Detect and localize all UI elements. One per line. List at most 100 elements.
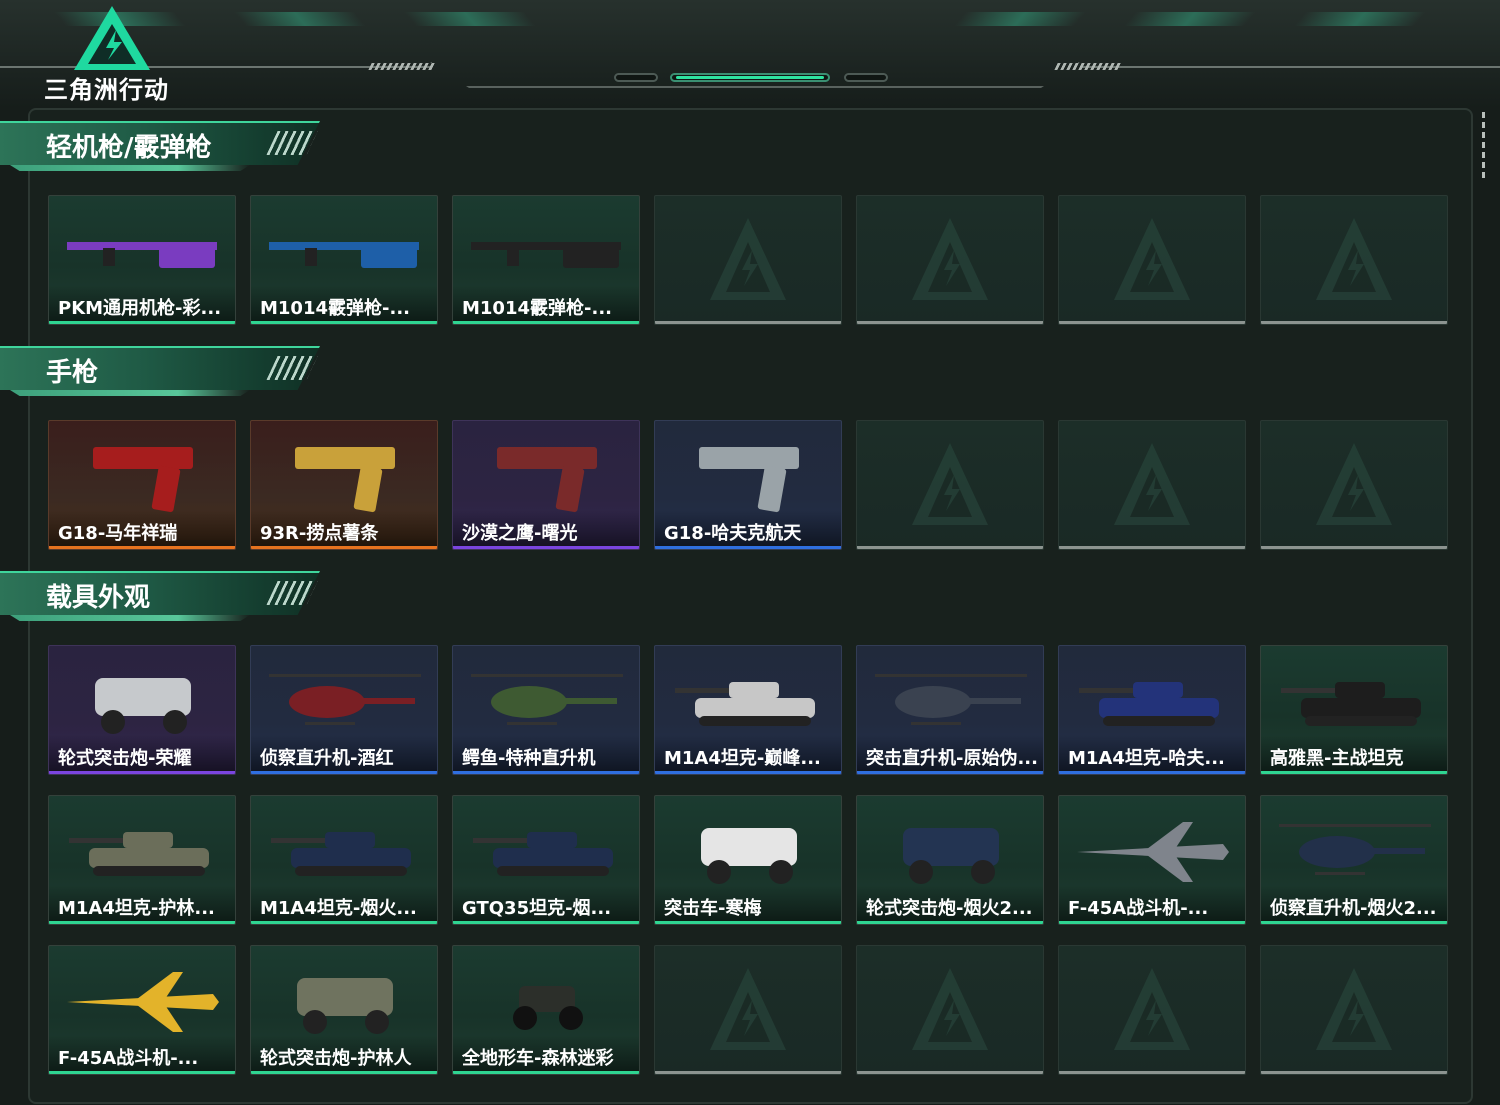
page-indicator-active[interactable] bbox=[670, 73, 830, 82]
placeholder-icon bbox=[912, 218, 988, 300]
item-card[interactable]: 沙漠之鹰-曙光 bbox=[452, 420, 640, 550]
empty-item-slot bbox=[1058, 420, 1246, 550]
rarity-bar bbox=[857, 771, 1043, 774]
rarity-bar bbox=[49, 1071, 235, 1074]
item-card[interactable]: 高雅黑-主战坦克 bbox=[1260, 645, 1448, 775]
rarity-bar bbox=[453, 1071, 639, 1074]
rarity-bar bbox=[49, 771, 235, 774]
item-card[interactable]: 全地形车-森林迷彩 bbox=[452, 945, 640, 1075]
page-indicator-dot[interactable] bbox=[844, 73, 888, 82]
header-ticks bbox=[368, 63, 436, 70]
fighter-jet-yellow-icon bbox=[67, 972, 219, 1032]
app-logo-title: 三角洲行动 bbox=[44, 76, 169, 104]
item-name: M1014霰弹枪-... bbox=[462, 298, 612, 319]
item-card[interactable]: M1014霰弹枪-... bbox=[250, 195, 438, 325]
item-name: F-45A战斗机-... bbox=[1068, 898, 1209, 919]
item-name: 93R-捞点薯条 bbox=[260, 523, 379, 544]
scrollbar[interactable] bbox=[1482, 112, 1485, 180]
rarity-bar bbox=[49, 321, 235, 324]
helicopter-navy-icon bbox=[1279, 824, 1431, 875]
attack-helicopter-orange-icon bbox=[875, 674, 1027, 725]
empty-item-slot bbox=[1058, 945, 1246, 1075]
item-card[interactable]: PKM通用机枪-彩... bbox=[48, 195, 236, 325]
item-name: GTQ35坦克-烟... bbox=[462, 898, 612, 919]
section-header-underline bbox=[10, 390, 250, 396]
item-name: M1A4坦克-哈夫... bbox=[1068, 748, 1225, 769]
attack-helicopter-icon bbox=[471, 674, 623, 725]
tank-blue-icon bbox=[1079, 682, 1219, 726]
rarity-bar bbox=[1059, 546, 1245, 549]
rarity-bar bbox=[655, 321, 841, 324]
item-card[interactable]: GTQ35坦克-烟... bbox=[452, 795, 640, 925]
machine-gun-icon bbox=[67, 242, 217, 268]
rarity-bar bbox=[1059, 1071, 1245, 1074]
item-card[interactable]: G18-哈夫克航天 bbox=[654, 420, 842, 550]
item-name: 轮式突击炮-烟火2... bbox=[866, 898, 1033, 919]
rarity-bar bbox=[857, 321, 1043, 324]
helicopter-red-icon bbox=[269, 674, 421, 725]
armored-car-navy-icon bbox=[903, 828, 999, 884]
item-card[interactable]: 突击直升机-原始伪... bbox=[856, 645, 1044, 775]
item-card[interactable]: M1A4坦克-巅峰... bbox=[654, 645, 842, 775]
item-card[interactable]: 突击车-寒梅 bbox=[654, 795, 842, 925]
item-card[interactable]: F-45A战斗机-... bbox=[1058, 795, 1246, 925]
rarity-bar bbox=[655, 546, 841, 549]
header-stripe bbox=[404, 12, 536, 26]
section-title: 轻机枪/霰弹枪 bbox=[46, 133, 212, 163]
item-name: PKM通用机枪-彩... bbox=[58, 298, 222, 319]
rarity-bar bbox=[655, 771, 841, 774]
tank-black-icon bbox=[1281, 682, 1421, 726]
section-title: 载具外观 bbox=[46, 583, 151, 613]
rarity-bar bbox=[1261, 546, 1447, 549]
shotgun-blue-icon bbox=[269, 242, 419, 268]
pistol-gray-icon bbox=[699, 447, 799, 513]
placeholder-icon bbox=[1114, 443, 1190, 525]
item-name: 鳄鱼-特种直升机 bbox=[462, 748, 596, 769]
empty-item-slot bbox=[1260, 420, 1448, 550]
rarity-bar bbox=[857, 921, 1043, 924]
item-card[interactable]: 轮式突击炮-荣耀 bbox=[48, 645, 236, 775]
rarity-bar bbox=[1059, 321, 1245, 324]
item-card[interactable]: 侦察直升机-酒红 bbox=[250, 645, 438, 775]
header-stripe bbox=[1294, 12, 1426, 26]
item-card[interactable]: 轮式突击炮-护林人 bbox=[250, 945, 438, 1075]
rarity-bar bbox=[1059, 921, 1245, 924]
section-header: 载具外观 bbox=[0, 571, 330, 623]
rarity-bar bbox=[251, 1071, 437, 1074]
item-name: M1A4坦克-巅峰... bbox=[664, 748, 821, 769]
item-card[interactable]: G18-马年祥瑞 bbox=[48, 420, 236, 550]
item-card[interactable]: 侦察直升机-烟火2... bbox=[1260, 795, 1448, 925]
placeholder-icon bbox=[1316, 443, 1392, 525]
item-card[interactable]: M1A4坦克-护林... bbox=[48, 795, 236, 925]
page-indicator-dot[interactable] bbox=[614, 73, 658, 82]
item-name: 轮式突击炮-护林人 bbox=[260, 1048, 412, 1069]
section-title: 手枪 bbox=[46, 358, 99, 388]
item-card[interactable]: 轮式突击炮-烟火2... bbox=[856, 795, 1044, 925]
item-name: 轮式突击炮-荣耀 bbox=[58, 748, 192, 769]
rarity-bar bbox=[655, 921, 841, 924]
header-stripe bbox=[234, 12, 366, 26]
placeholder-icon bbox=[710, 218, 786, 300]
header-stripe bbox=[1124, 12, 1256, 26]
placeholder-icon bbox=[1316, 218, 1392, 300]
item-card[interactable]: M1A4坦克-哈夫... bbox=[1058, 645, 1246, 775]
rarity-bar bbox=[857, 546, 1043, 549]
placeholder-icon bbox=[1114, 218, 1190, 300]
tank-navy-icon bbox=[271, 832, 411, 876]
item-card[interactable]: M1014霰弹枪-... bbox=[452, 195, 640, 325]
rarity-bar bbox=[1261, 921, 1447, 924]
empty-item-slot bbox=[1058, 195, 1246, 325]
rarity-bar bbox=[1059, 771, 1245, 774]
pistol-red-icon bbox=[93, 447, 193, 513]
header-stripe bbox=[954, 12, 1086, 26]
empty-item-slot bbox=[654, 945, 842, 1075]
item-name: 突击直升机-原始伪... bbox=[866, 748, 1038, 769]
item-card[interactable]: 鳄鱼-特种直升机 bbox=[452, 645, 640, 775]
tank-navy2-icon bbox=[473, 832, 613, 876]
item-card[interactable]: F-45A战斗机-... bbox=[48, 945, 236, 1075]
item-card[interactable]: M1A4坦克-烟火... bbox=[250, 795, 438, 925]
rarity-bar bbox=[49, 546, 235, 549]
item-name: 突击车-寒梅 bbox=[664, 898, 762, 919]
section-header: 手枪 bbox=[0, 346, 330, 398]
item-card[interactable]: 93R-捞点薯条 bbox=[250, 420, 438, 550]
